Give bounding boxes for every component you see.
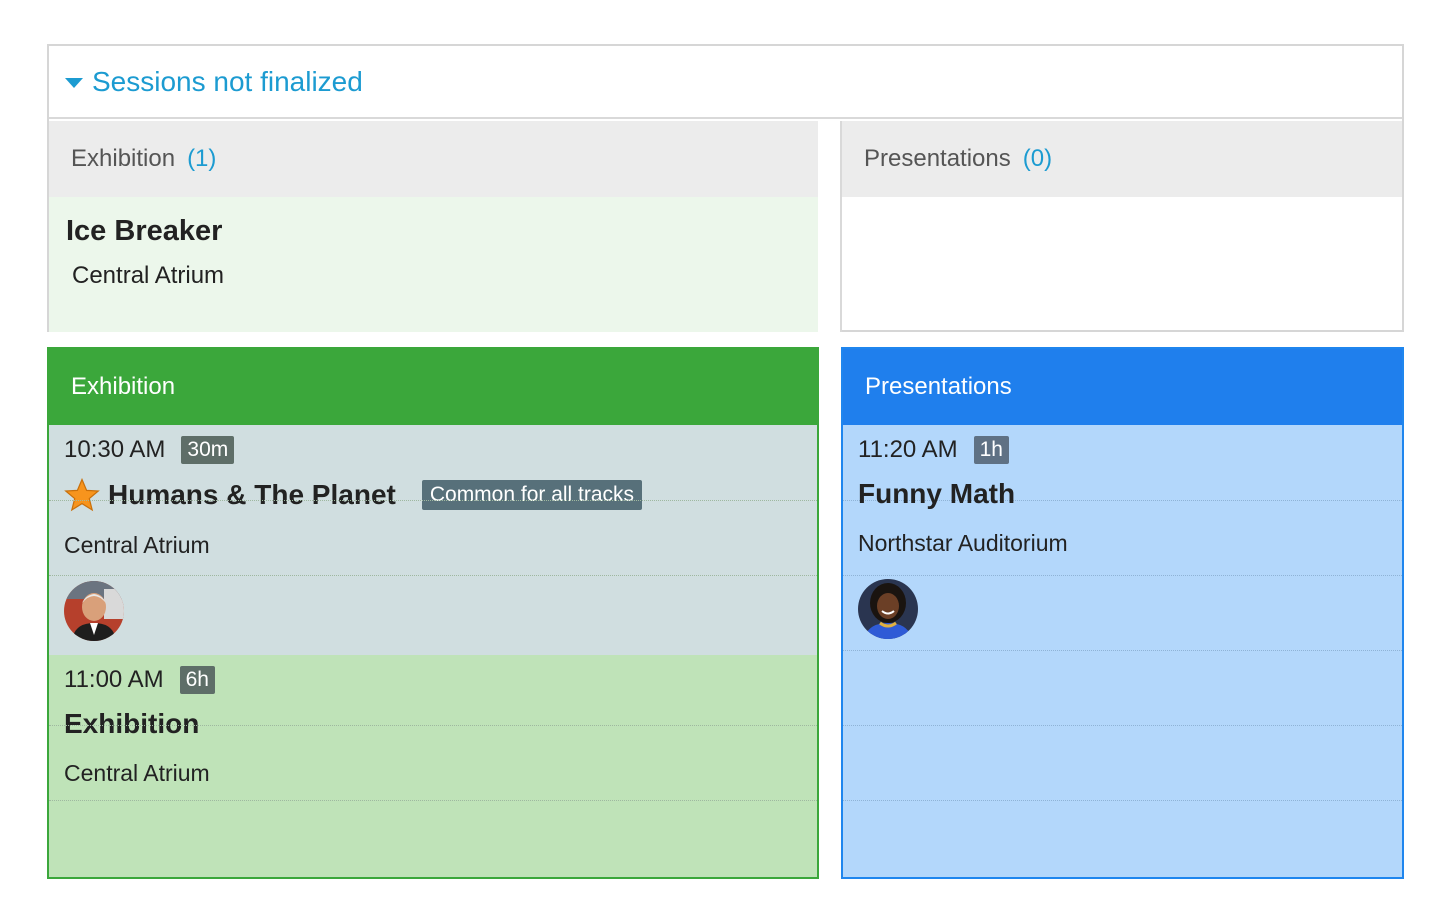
session-title-row: Exhibition — [64, 708, 817, 740]
unassigned-session-card[interactable]: Ice Breaker Central Atrium — [49, 197, 818, 332]
session-title-row: Humans & The Planet Common for all track… — [64, 478, 817, 512]
star-icon[interactable] — [64, 478, 100, 512]
unfinalized-title[interactable]: Sessions not finalized — [92, 66, 363, 98]
session-time: 11:00 AM — [64, 666, 164, 693]
session-card[interactable]: 11:20 AM 1h Funny Math Northstar Auditor… — [843, 425, 1402, 655]
session-title: Humans & The Planet — [108, 479, 396, 510]
unfinalized-toggle[interactable]: Sessions not finalized — [49, 46, 1402, 119]
session-time-row: 11:00 AM 6h — [64, 666, 817, 694]
unfinalized-track-presentations: Presentations (0) — [842, 121, 1402, 332]
speaker-avatar[interactable] — [64, 581, 124, 641]
session-room: Central Atrium — [64, 532, 210, 558]
unfinalized-track-count: (0) — [1022, 145, 1053, 172]
session-room: Central Atrium — [72, 262, 225, 289]
track-header: Exhibition — [49, 349, 817, 425]
session-title: Exhibition — [64, 708, 200, 739]
session-time: 10:30 AM — [64, 436, 166, 463]
duration-badge: 6h — [179, 666, 215, 694]
unfinalized-track-header: Exhibition (1) — [49, 121, 818, 197]
session-title-row: Funny Math — [858, 478, 1402, 510]
track-header: Presentations — [843, 349, 1402, 425]
speaker-avatar[interactable] — [858, 579, 918, 639]
session-card[interactable]: 10:30 AM 30m Humans & The Planet Common … — [49, 425, 817, 655]
track-column-exhibition: Exhibition 10:30 AM 30m Humans & The Pla… — [47, 347, 819, 879]
duration-badge: 30m — [181, 436, 235, 464]
slot-line — [843, 800, 1402, 801]
track-gap — [818, 121, 842, 332]
unfinalized-track-header: Presentations (0) — [842, 121, 1402, 197]
session-card[interactable]: 11:00 AM 6h Exhibition Central Atrium — [49, 655, 817, 877]
session-room: Central Atrium — [64, 760, 210, 786]
unfinalized-track-count: (1) — [187, 145, 217, 172]
common-tracks-badge: Common for all tracks — [421, 480, 643, 510]
session-room: Northstar Auditorium — [858, 530, 1068, 556]
unfinalized-track-name: Presentations — [864, 145, 1011, 172]
session-time: 11:20 AM — [858, 436, 958, 463]
caret-down-icon[interactable] — [65, 77, 83, 88]
track-column-presentations: Presentations 11:20 AM 1h Funny Math Nor… — [841, 347, 1404, 879]
slot-line — [843, 725, 1402, 726]
unfinalized-track-exhibition: Exhibition (1) Ice Breaker Central Atriu… — [49, 121, 818, 332]
duration-badge: 1h — [973, 436, 1009, 464]
session-title: Ice Breaker — [66, 215, 223, 247]
unfinalized-track-name: Exhibition — [71, 145, 176, 172]
session-time-row: 11:20 AM 1h — [858, 436, 1402, 464]
session-time-row: 10:30 AM 30m — [64, 436, 817, 464]
session-title: Funny Math — [858, 478, 1016, 509]
unfinalized-panel: Sessions not finalized Exhibition (1) Ic… — [47, 44, 1404, 332]
